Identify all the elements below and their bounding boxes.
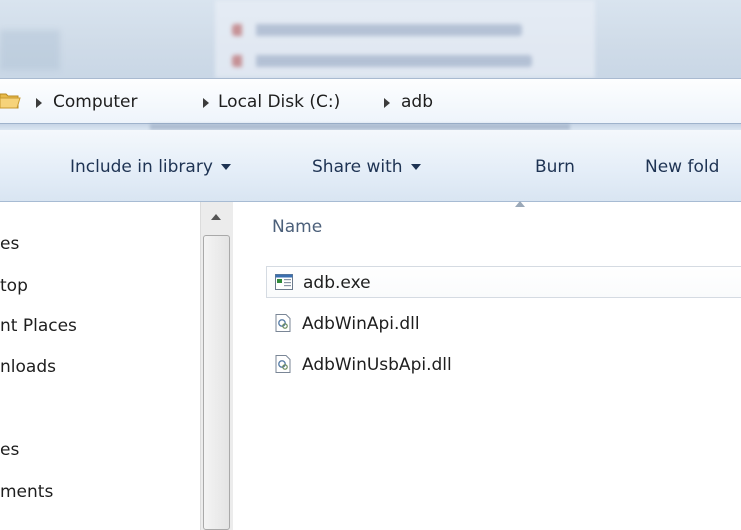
nav-item-favorites[interactable]: es [0,233,19,255]
file-name: AdbWinUsbApi.dll [302,355,452,375]
background-blur-line [232,24,522,36]
address-bar[interactable]: Computer Local Disk (C:) adb [0,78,741,124]
column-header-name[interactable]: Name [272,216,322,238]
file-name: adb.exe [303,273,371,293]
file-row-adbwinusbapi-dll[interactable]: AdbWinUsbApi.dll [266,349,741,381]
nav-item-desktop[interactable]: top [0,275,28,297]
share-with-label: Share with [312,157,403,177]
new-folder-button[interactable]: New fold [645,156,719,178]
breadcrumb-adb[interactable]: adb [401,91,433,113]
navigation-pane: es top nt Places nloads es ments [0,202,233,530]
file-name: AdbWinApi.dll [302,314,420,334]
chevron-down-icon [220,164,231,170]
include-in-library-button[interactable]: Include in library [70,156,231,178]
nav-item-documents[interactable]: ments [0,481,53,503]
breadcrumb-arrow-icon[interactable] [384,98,390,108]
scroll-thumb[interactable] [203,235,230,530]
nav-scrollbar[interactable] [200,202,233,530]
file-list-pane: Name adb.exe AdbWinApi.dll AdbWinUsbApi.… [233,201,741,530]
breadcrumb-arrow-icon[interactable] [203,98,209,108]
breadcrumb-local-disk[interactable]: Local Disk (C:) [218,91,340,113]
dll-icon [275,314,291,332]
sort-ascending-icon [515,201,525,207]
include-in-library-label: Include in library [70,157,213,177]
breadcrumb-arrow-icon[interactable] [36,98,42,108]
breadcrumb-computer[interactable]: Computer [53,91,138,113]
nav-item-downloads[interactable]: nloads [0,356,56,378]
folder-icon [0,93,21,109]
exe-icon [275,274,293,290]
background-blur [0,30,60,70]
command-toolbar: Include in library Share with Burn New f… [0,130,741,202]
background-blur-line [232,55,532,67]
chevron-down-icon [410,164,421,170]
nav-item-recent-places[interactable]: nt Places [0,315,77,337]
share-with-button[interactable]: Share with [312,156,421,178]
scroll-up-icon[interactable] [211,214,221,220]
file-row-adbwinapi-dll[interactable]: AdbWinApi.dll [266,308,741,340]
dll-icon [275,355,291,373]
file-row-adb-exe[interactable]: adb.exe [266,266,741,298]
burn-button[interactable]: Burn [535,156,575,178]
background-window [0,0,741,78]
nav-item-libraries[interactable]: es [0,439,19,461]
